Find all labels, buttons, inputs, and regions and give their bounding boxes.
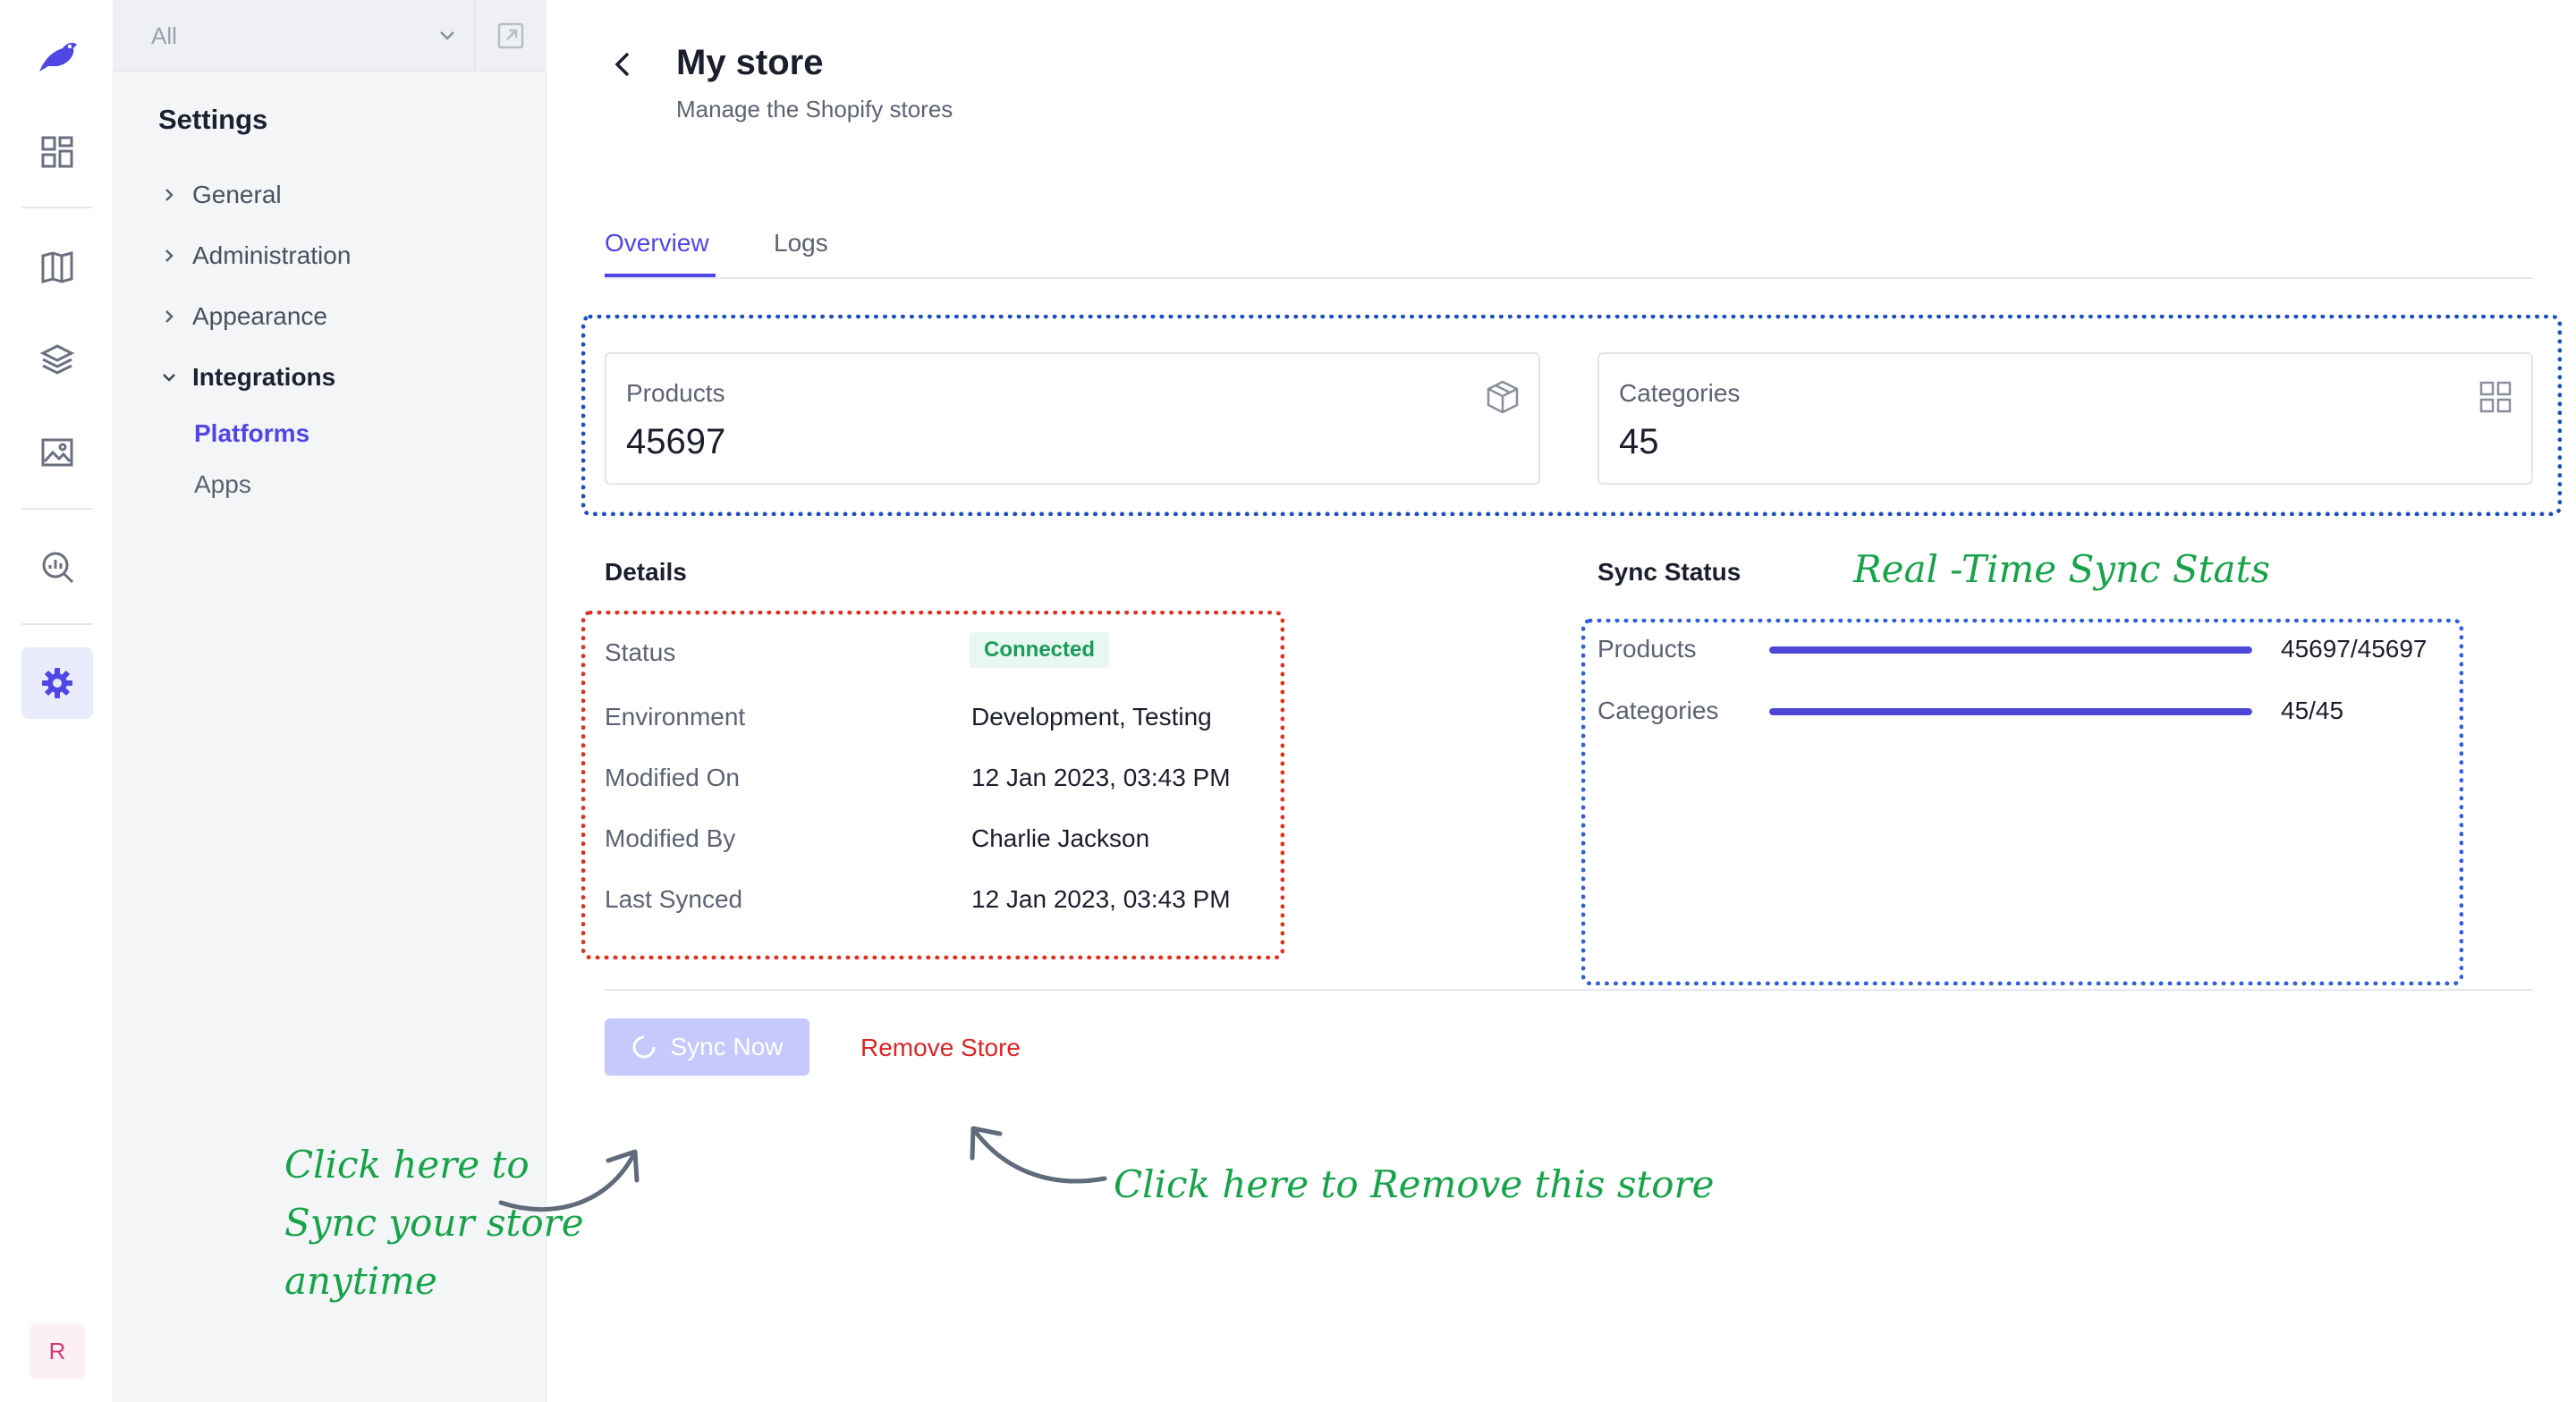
- sync-annotation-line: Click here to: [284, 1143, 530, 1187]
- tab-logs[interactable]: Logs: [774, 229, 828, 258]
- tab-overview[interactable]: Overview: [605, 229, 709, 258]
- active-tab-indicator: [605, 274, 716, 277]
- sync-annotation: Click here to Sync your store anytime: [284, 1136, 584, 1310]
- back-button[interactable]: [605, 45, 644, 89]
- sidebar-title: Settings: [158, 104, 268, 135]
- sidebar-item-label: Integrations: [192, 363, 336, 391]
- open-external-button[interactable]: [474, 0, 547, 72]
- catalog-icon[interactable]: [21, 231, 93, 302]
- sync-now-label: Sync Now: [670, 1033, 784, 1060]
- chevron-down-icon: [158, 367, 180, 388]
- sidebar-subitem-platforms[interactable]: Platforms: [194, 419, 309, 448]
- external-link-icon: [497, 22, 524, 49]
- bird-logo-icon[interactable]: [21, 21, 93, 93]
- scope-bar: All: [114, 0, 547, 72]
- remove-store-button[interactable]: Remove Store: [860, 1034, 1021, 1062]
- sidebar-item-general[interactable]: General: [158, 181, 282, 209]
- sync-annotation-line: Sync your store: [284, 1201, 584, 1245]
- remove-arrow-icon: [970, 1126, 1107, 1184]
- icon-rail: R: [0, 0, 114, 1402]
- sync-annotation-line: anytime: [284, 1259, 437, 1303]
- scope-select[interactable]: All: [114, 0, 474, 72]
- page-subtitle: Manage the Shopify stores: [676, 96, 953, 122]
- chevron-right-icon: [158, 184, 180, 206]
- chevron-right-icon: [158, 306, 180, 327]
- sync-status-heading: Sync Status: [1597, 558, 1741, 586]
- dashboard-icon[interactable]: [21, 116, 93, 188]
- highlight-stats-box: [581, 315, 2562, 516]
- chevron-right-icon: [158, 245, 180, 266]
- analytics-icon[interactable]: [21, 531, 93, 603]
- chevron-left-icon: [614, 52, 630, 77]
- sidebar-item-label: Appearance: [192, 302, 328, 330]
- rail-divider: [21, 207, 93, 208]
- rail-divider: [21, 508, 93, 510]
- sidebar-item-label: General: [192, 181, 282, 208]
- avatar[interactable]: R: [30, 1323, 85, 1379]
- sidebar-item-label: Administration: [192, 241, 352, 269]
- tabs-divider: [605, 277, 2533, 279]
- sidebar-item-administration[interactable]: Administration: [158, 241, 351, 270]
- page-title: My store: [676, 43, 824, 82]
- layers-icon[interactable]: [21, 324, 93, 395]
- spinner-icon: [633, 1035, 656, 1059]
- sidebar-item-integrations[interactable]: Integrations: [158, 363, 335, 392]
- chevron-down-icon: [440, 31, 454, 40]
- scope-select-value: All: [151, 21, 177, 49]
- actions-divider: [605, 989, 2533, 991]
- sidebar-item-appearance[interactable]: Appearance: [158, 302, 327, 331]
- rail-divider: [21, 623, 93, 625]
- sync-now-button[interactable]: Sync Now: [605, 1018, 809, 1076]
- details-heading: Details: [605, 558, 687, 586]
- realtime-annotation: Real -Time Sync Stats: [1853, 547, 2271, 591]
- remove-annotation: Click here to Remove this store: [1114, 1162, 1715, 1206]
- settings-icon[interactable]: [21, 647, 93, 719]
- highlight-details-box: [581, 611, 1284, 959]
- highlight-sync-box: [1581, 619, 2463, 985]
- image-icon[interactable]: [21, 417, 93, 488]
- sidebar-subitem-apps[interactable]: Apps: [194, 470, 251, 499]
